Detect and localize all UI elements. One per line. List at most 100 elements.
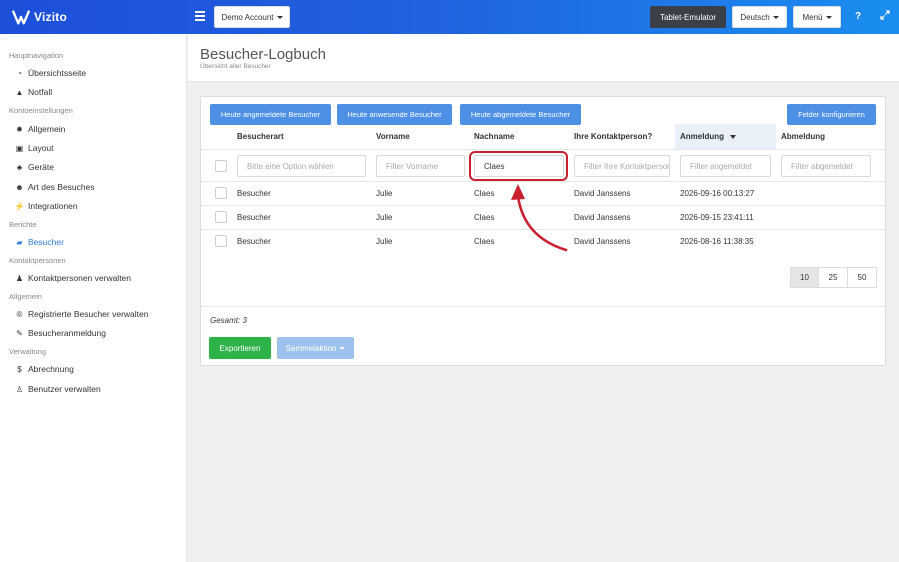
registered-today-button[interactable]: Heute angemeldete Besucher: [210, 104, 331, 125]
top-bar: Vizito Demo Account Tablet-Emulator Deut…: [0, 0, 899, 34]
sidebar-section-title: Berichte: [9, 220, 37, 229]
cell-firstname: Julie: [376, 213, 393, 222]
cell-contact: David Janssens: [574, 237, 631, 246]
cell-contact: David Janssens: [574, 213, 631, 222]
hamburger-menu-icon[interactable]: [195, 11, 205, 21]
cell-type: Besucher: [237, 189, 271, 198]
sidebar-item-general[interactable]: ✹ Allgemein: [14, 124, 184, 134]
page-size-10[interactable]: 10: [790, 267, 819, 288]
sidebar-section-title: Hauptnavigation: [9, 51, 64, 60]
sidebar-section-title: Kontoeinstellungen: [9, 106, 73, 115]
menu-dropdown[interactable]: Menü: [793, 6, 841, 28]
page-header: Besucher-Logbuch Übersicht aller Besuche…: [188, 34, 899, 82]
chevron-down-icon: [276, 15, 283, 19]
book-icon: ▰: [16, 237, 23, 247]
page-size-50[interactable]: 50: [847, 267, 877, 288]
bulk-action-dropdown[interactable]: Sammelaktion: [277, 337, 354, 359]
row-checkbox[interactable]: [215, 211, 227, 223]
configure-fields-button[interactable]: Felder konfigurieren: [787, 104, 876, 125]
sidebar-item-label: Besucher: [28, 237, 64, 247]
chevron-down-icon: [772, 15, 779, 19]
sort-desc-icon: [730, 134, 736, 139]
divider: [201, 306, 885, 307]
divider: [201, 149, 885, 150]
cell-firstname: Julie: [376, 237, 393, 246]
column-header-signout[interactable]: Abmeldung: [781, 132, 825, 141]
column-header-firstname[interactable]: Vorname: [376, 132, 410, 141]
sidebar-item-devices[interactable]: ♣ Geräte: [14, 162, 184, 172]
sidebar-item-layout[interactable]: ▣ Layout: [14, 143, 184, 153]
sidebar-item-visitors[interactable]: ▰ Besucher: [14, 237, 184, 247]
warning-icon: ▲: [15, 87, 24, 97]
row-checkbox[interactable]: [215, 187, 227, 199]
page-size-25[interactable]: 25: [818, 267, 848, 288]
sidebar-item-label: Benutzer verwalten: [28, 384, 101, 394]
cell-type: Besucher: [237, 213, 271, 222]
lastname-filter-highlight: [469, 151, 568, 181]
sidebar-item-overview[interactable]: ◔ Übersichtsseite: [14, 68, 184, 78]
image-icon: ▣: [15, 143, 24, 153]
column-header-type[interactable]: Besucherart: [237, 132, 284, 141]
bulk-action-label: Sammelaktion: [285, 343, 337, 353]
export-button[interactable]: Exportieren: [209, 337, 271, 359]
question-icon[interactable]: ?: [855, 11, 861, 22]
tablet-emulator-button[interactable]: Tablet-Emulator: [650, 6, 726, 28]
sidebar-item-emergency[interactable]: ▲ Notfall: [14, 87, 184, 97]
column-header-lastname[interactable]: Nachname: [474, 132, 514, 141]
sidebar-item-label: Kontaktpersonen verwalten: [28, 273, 132, 283]
signed-out-today-button[interactable]: Heute abgemeldete Besucher: [460, 104, 581, 125]
page-subtitle: Übersicht aller Besucher: [200, 63, 271, 70]
brand-name: Vizito: [34, 10, 67, 24]
sidebar-item-contacts[interactable]: ♟ Kontaktpersonen verwalten: [14, 273, 184, 283]
cell-signin: 2026-09-16 00:13:27: [680, 189, 755, 198]
language-dropdown[interactable]: Deutsch: [732, 6, 787, 28]
sitemap-icon: ♣: [16, 162, 23, 172]
users-icon: ☻: [15, 182, 24, 192]
language-label: Deutsch: [740, 12, 770, 22]
chevron-down-icon: [825, 15, 832, 19]
sidebar-item-registered-visitors[interactable]: ® Registrierte Besucher verwalten: [14, 309, 184, 319]
row-checkbox[interactable]: [215, 235, 227, 247]
signout-filter-input[interactable]: Filter abgemeldet: [781, 155, 871, 177]
sidebar-item-label: Übersichtsseite: [28, 68, 87, 78]
cell-signin: 2026-08-16 11:38:35: [680, 237, 754, 246]
cell-contact: David Janssens: [574, 189, 631, 198]
firstname-filter-input[interactable]: Filter Vorname: [376, 155, 465, 177]
account-dropdown[interactable]: Demo Account: [214, 6, 290, 28]
page-title: Besucher-Logbuch: [200, 46, 326, 63]
sidebar-item-label: Notfall: [28, 87, 53, 97]
user-plus-icon: ♙: [15, 384, 24, 394]
sidebar-item-label: Art des Besuches: [28, 182, 95, 192]
sidebar-item-label: Allgemein: [28, 124, 66, 134]
present-today-button[interactable]: Heute anwesende Besucher: [337, 104, 452, 125]
column-header-signin[interactable]: Anmeldung: [680, 132, 736, 141]
expand-icon[interactable]: [880, 10, 890, 23]
sidebar-item-manage-users[interactable]: ♙ Benutzer verwalten: [14, 384, 184, 394]
sidebar-item-label: Registrierte Besucher verwalten: [28, 309, 149, 319]
menu-label: Menü: [802, 12, 823, 22]
registered-icon: ®: [16, 309, 23, 319]
sidebar-item-billing[interactable]: $ Abrechnung: [14, 364, 184, 374]
type-filter-select[interactable]: Bitte eine Option wählen: [237, 155, 366, 177]
select-all-checkbox[interactable]: [215, 160, 227, 172]
column-header-signin-label: Anmeldung: [680, 132, 724, 141]
brand-logo[interactable]: Vizito: [12, 9, 67, 25]
sidebar-section-title: Verwaltung: [9, 347, 47, 356]
sidebar-item-label: Layout: [28, 143, 54, 153]
sidebar-section-title: Allgemein: [9, 292, 42, 301]
account-label: Demo Account: [221, 12, 274, 22]
contact-filter-input[interactable]: Filter Ihre Kontaktperson: [574, 155, 670, 177]
dashboard-icon: ◔: [17, 68, 22, 78]
vizito-logo-icon: [12, 10, 30, 25]
signin-filter-input[interactable]: Filter angemeldet: [680, 155, 771, 177]
column-header-contact[interactable]: Ihre Kontaktperson?: [574, 132, 652, 141]
annotation-arrow-icon: [511, 184, 568, 252]
sidebar-section-title: Kontaktpersonen: [9, 256, 66, 265]
sidebar-item-visitor-signin[interactable]: ✎ Besucheranmeldung: [14, 328, 184, 338]
sidebar-item-label: Besucheranmeldung: [28, 328, 106, 338]
sidebar-item-visit-type[interactable]: ☻ Art des Besuches: [14, 182, 184, 192]
sidebar-item-label: Abrechnung: [28, 364, 74, 374]
sidebar-item-integrations[interactable]: ⚡ Integrationen: [14, 201, 184, 211]
sidebar-item-label: Integrationen: [28, 201, 78, 211]
cell-type: Besucher: [237, 237, 271, 246]
